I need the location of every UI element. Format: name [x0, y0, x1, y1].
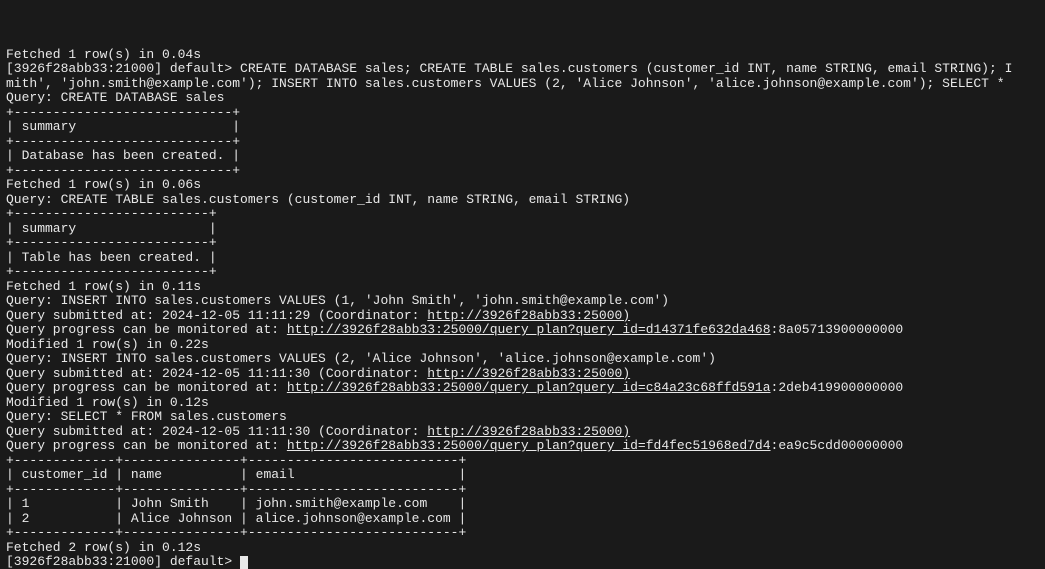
line-submitted3-pre: Query submitted at: 2024-12-05 11:11:30 …: [6, 424, 427, 439]
line-border: +----------------------------+: [6, 105, 240, 120]
progress-link-2[interactable]: http://3926f28abb33:25000/query_plan?que…: [287, 380, 771, 395]
line-input-cont1: mith', 'john.smith@example.com'); INSERT…: [6, 76, 1005, 91]
line-prompt-final: [3926f28abb33:21000] default>: [6, 554, 240, 569]
line-border: +-------------+---------------+---------…: [6, 525, 466, 540]
line-fetched-3: Fetched 2 row(s) in 0.12s: [6, 540, 201, 555]
progress-link-1[interactable]: http://3926f28abb33:25000/query_plan?que…: [287, 322, 771, 337]
line-border: +----------------------------+: [6, 134, 240, 149]
line-modified-2: Modified 1 row(s) in 0.12s: [6, 395, 209, 410]
line-prompt-input: [3926f28abb33:21000] default> CREATE DAT…: [6, 61, 1012, 76]
line-progress2-post: :2deb419900000000: [771, 380, 904, 395]
line-progress2-pre: Query progress can be monitored at:: [6, 380, 287, 395]
coordinator-link-2[interactable]: http://3926f28abb33:25000): [427, 366, 630, 381]
line-fetched-0: Fetched 1 row(s) in 0.04s: [6, 47, 201, 62]
line-query4: Query: INSERT INTO sales.customers VALUE…: [6, 351, 716, 366]
line-border: +----------------------------+: [6, 163, 240, 178]
line-progress3-post: :ea9c5cdd00000000: [771, 438, 904, 453]
line-table-row2: | 2 | Alice Johnson | alice.johnson@exam…: [6, 511, 466, 526]
line-progress3-pre: Query progress can be monitored at:: [6, 438, 287, 453]
line-query3: Query: INSERT INTO sales.customers VALUE…: [6, 293, 669, 308]
line-submitted1-pre: Query submitted at: 2024-12-05 11:11:29 …: [6, 308, 427, 323]
line-fetched-2: Fetched 1 row(s) in 0.11s: [6, 279, 201, 294]
line-header: | summary |: [6, 221, 217, 236]
line-border: +-------------------------+: [6, 264, 217, 279]
line-progress1-pre: Query progress can be monitored at:: [6, 322, 287, 337]
line-progress1-post: :8a05713900000000: [771, 322, 904, 337]
line-border: +-------------+---------------+---------…: [6, 482, 466, 497]
terminal-output[interactable]: Fetched 1 row(s) in 0.04s [3926f28abb33:…: [0, 29, 1045, 569]
line-query2: Query: CREATE TABLE sales.customers (cus…: [6, 192, 630, 207]
line-query1: Query: CREATE DATABASE sales: [6, 90, 224, 105]
line-row: | Database has been created. |: [6, 148, 240, 163]
coordinator-link-1[interactable]: http://3926f28abb33:25000): [427, 308, 630, 323]
line-table-row1: | 1 | John Smith | john.smith@example.co…: [6, 496, 466, 511]
line-modified-1: Modified 1 row(s) in 0.22s: [6, 337, 209, 352]
line-header: | summary |: [6, 119, 240, 134]
coordinator-link-3[interactable]: http://3926f28abb33:25000): [427, 424, 630, 439]
line-border: +-------------+---------------+---------…: [6, 453, 466, 468]
progress-link-3[interactable]: http://3926f28abb33:25000/query_plan?que…: [287, 438, 771, 453]
line-submitted2-pre: Query submitted at: 2024-12-05 11:11:30 …: [6, 366, 427, 381]
line-fetched-1: Fetched 1 row(s) in 0.06s: [6, 177, 201, 192]
cursor: [240, 556, 248, 569]
line-border: +-------------------------+: [6, 235, 217, 250]
line-row: | Table has been created. |: [6, 250, 217, 265]
line-query5: Query: SELECT * FROM sales.customers: [6, 409, 287, 424]
line-border: +-------------------------+: [6, 206, 217, 221]
line-table-header: | customer_id | name | email |: [6, 467, 466, 482]
